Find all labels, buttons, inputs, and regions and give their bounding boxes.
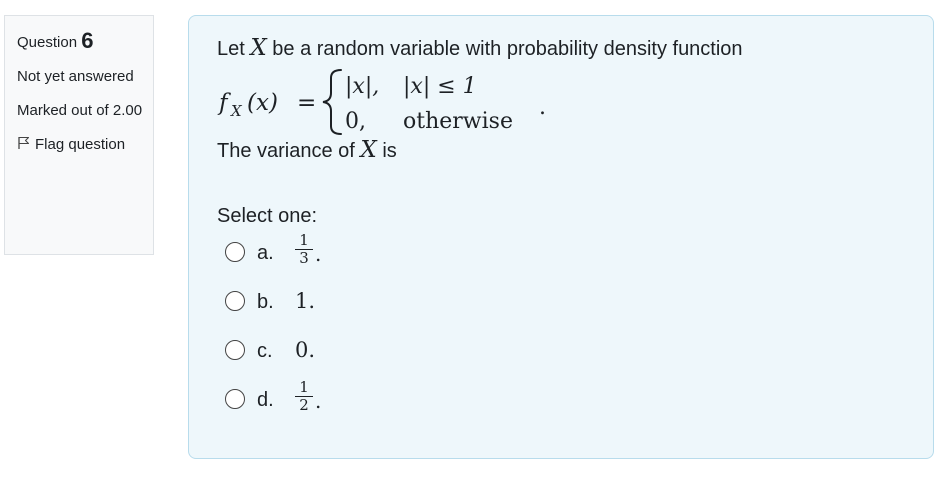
option-d-period: . [315, 389, 322, 413]
option-letter: c. [257, 340, 273, 362]
option-b[interactable]: b. 1. [225, 287, 445, 336]
intro-variable: X [250, 35, 267, 61]
fraction-denominator: 2 [299, 396, 309, 414]
radio-a[interactable] [225, 242, 245, 262]
fraction-numerator: 1 [295, 232, 313, 250]
formula-arg: (x) [247, 90, 278, 116]
formula-end: . [539, 95, 546, 120]
answer-options: a. 1 3 . b. 1. c. 0. d. 1 2 . [225, 232, 445, 434]
option-letter: a. [257, 242, 274, 264]
formula-f: f [217, 90, 231, 116]
question-label: Question [17, 34, 78, 51]
variance-prefix: The variance of [217, 140, 361, 162]
question-grade: Marked out of 2.00 [17, 102, 143, 119]
variance-question: The variance of X is [217, 136, 397, 165]
option-c-value: 0. [295, 338, 316, 362]
formula-svg: f X (x) = |x|, |x| ≤ 1 0, otherwise . [217, 69, 546, 135]
fraction-denominator: 3 [299, 249, 309, 267]
case2-value: 0, [345, 109, 366, 134]
formula-equals: = [297, 90, 316, 116]
question-number: 6 [81, 28, 94, 53]
question-number-row: Question 6 [17, 28, 143, 56]
fraction-numerator: 1 [295, 379, 313, 397]
left-brace-icon [322, 69, 342, 135]
formula-subscript: X [230, 102, 243, 120]
option-d[interactable]: d. 1 2 . [225, 379, 445, 434]
case1-condition: |x| ≤ 1 [403, 74, 477, 99]
question-info-panel: Question 6 Not yet answered Marked out o… [4, 15, 154, 255]
case1-value: |x|, [345, 74, 379, 99]
option-letter: d. [257, 389, 274, 411]
radio-d[interactable] [225, 389, 245, 409]
question-content: Let X be a random variable with probabil… [188, 15, 934, 459]
option-letter: b. [257, 291, 274, 313]
option-a-fraction: 1 3 [295, 232, 313, 267]
flag-question-button[interactable]: Flag question [17, 132, 143, 158]
option-a[interactable]: a. 1 3 . [225, 232, 445, 287]
option-b-value: 1. [295, 289, 316, 313]
flag-icon [18, 136, 30, 149]
pdf-formula: f X (x) = |x|, |x| ≤ 1 0, otherwise . [217, 66, 577, 136]
option-a-period: . [315, 242, 322, 266]
variance-variable: X [360, 137, 377, 163]
question-intro: Let X be a random variable with probabil… [217, 34, 743, 63]
variance-suffix: is [376, 140, 397, 162]
intro-prefix: Let [217, 38, 251, 60]
option-d-fraction: 1 2 [295, 379, 313, 414]
option-c[interactable]: c. 0. [225, 336, 445, 385]
radio-c[interactable] [225, 340, 245, 360]
flag-question-label: Flag question [35, 136, 126, 153]
select-one-prompt: Select one: [217, 205, 318, 227]
intro-suffix: be a random variable with probability de… [266, 38, 743, 60]
question-state: Not yet answered [17, 68, 134, 85]
radio-b[interactable] [225, 291, 245, 311]
case2-condition: otherwise [403, 109, 513, 134]
